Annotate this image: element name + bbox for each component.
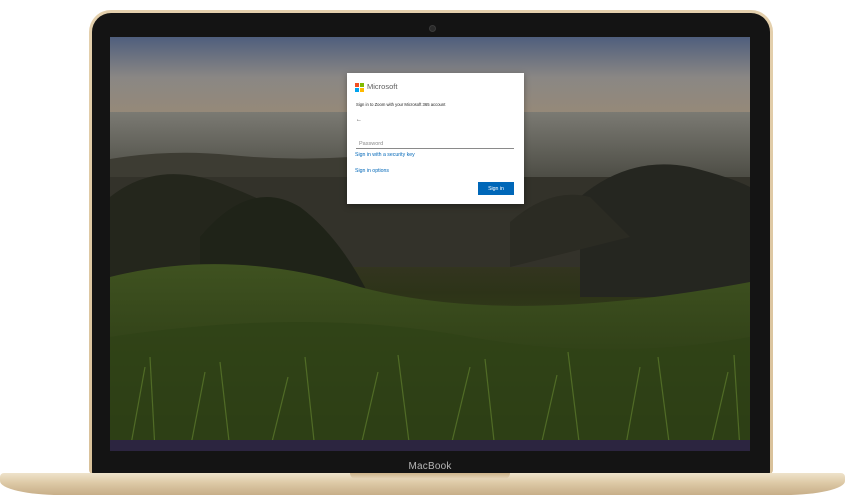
screen-bottom-strip xyxy=(110,440,750,451)
back-arrow-icon[interactable]: ← xyxy=(356,117,362,123)
logo-square-blue xyxy=(355,87,359,92)
brand-row: Microsoft xyxy=(355,82,397,92)
logo-square-green xyxy=(360,82,364,87)
sign-in-options-link[interactable]: Sign in options xyxy=(355,168,389,174)
desktop-screen: Microsoft Sign in to Zoom with your Micr… xyxy=(110,37,750,450)
laptop-brand-label: MacBook xyxy=(408,461,452,472)
sign-in-button[interactable]: Sign in xyxy=(478,182,514,195)
dialog-subtitle: Sign in to Zoom with your Microsoft 365 … xyxy=(356,102,446,107)
password-input[interactable] xyxy=(356,139,514,149)
microsoft-logo-icon xyxy=(355,82,364,92)
security-key-link[interactable]: Sign in with a security key xyxy=(355,152,415,158)
microsoft-login-dialog: Microsoft Sign in to Zoom with your Micr… xyxy=(347,73,524,204)
webcam xyxy=(429,25,436,32)
logo-square-yellow xyxy=(360,87,364,92)
laptop-hinge-notch xyxy=(350,473,510,479)
brand-name: Microsoft xyxy=(367,82,398,91)
logo-square-red xyxy=(355,82,359,87)
